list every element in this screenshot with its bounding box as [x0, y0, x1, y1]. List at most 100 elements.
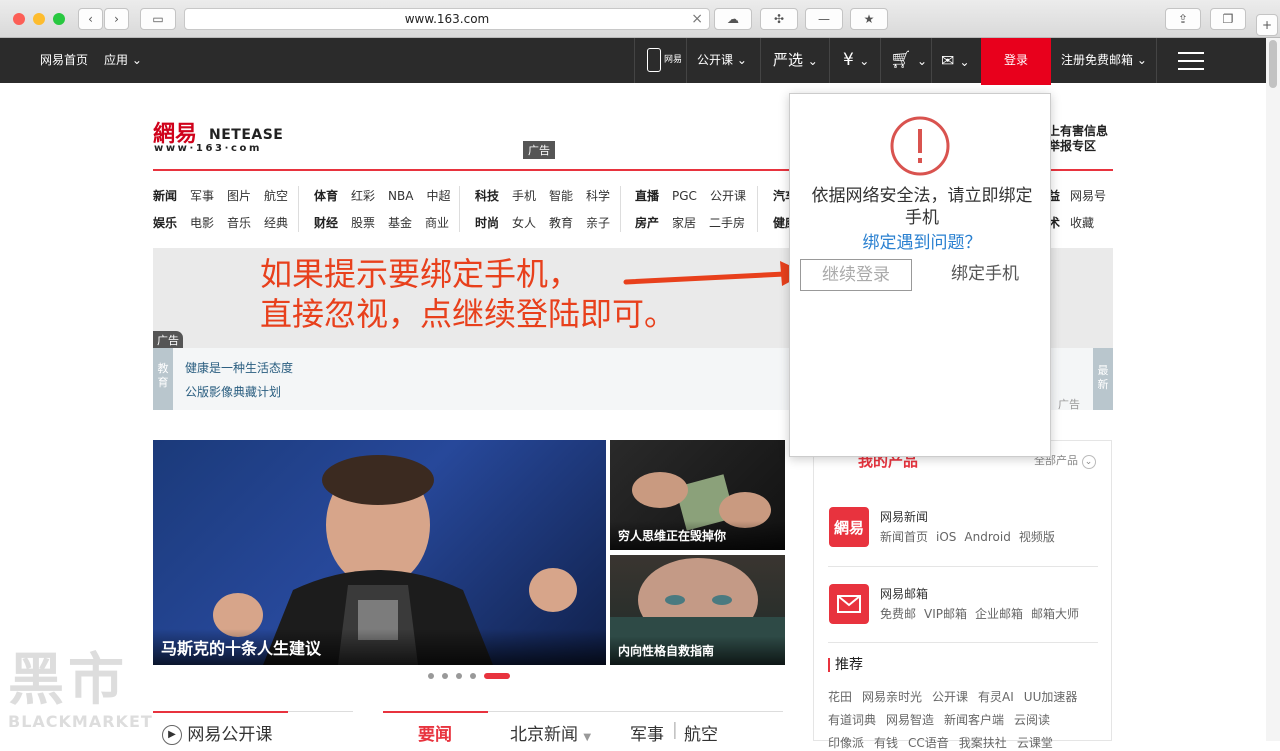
channel-link[interactable]: PGC [672, 189, 697, 203]
channel-link[interactable]: 基金 [388, 216, 412, 230]
carousel-dot[interactable] [442, 673, 448, 679]
carousel-dot[interactable] [456, 673, 462, 679]
menu-icon[interactable] [1178, 52, 1204, 70]
channel-link[interactable]: NBA [388, 189, 413, 203]
nav-mail[interactable]: ✉ ⌄ [941, 38, 970, 83]
icloud-button[interactable]: ☁ [714, 8, 752, 30]
channel-link[interactable]: 中超 [426, 189, 450, 203]
recommend-link[interactable]: 有道词典 [828, 713, 876, 727]
nav-cart[interactable]: 🛒︎ ⌄ [890, 38, 927, 83]
back-button[interactable]: ‹ [78, 8, 103, 30]
bind-help-link[interactable]: 绑定遇到问题？ [806, 228, 1038, 253]
channel-link[interactable]: 二手房 [709, 216, 745, 230]
channel-link[interactable]: 女人 [512, 216, 536, 230]
product-link[interactable]: Android [964, 530, 1010, 544]
close-window-button[interactable] [13, 13, 25, 25]
tab-beijing[interactable]: 北京新闻 ▼ [510, 720, 591, 745]
nav-yanxuan[interactable]: 严选 ⌄ [773, 38, 818, 83]
recommend-link[interactable]: CC语音 [908, 736, 949, 750]
mail-app-icon[interactable] [829, 584, 869, 624]
login-button[interactable]: 登录 [981, 38, 1051, 85]
close-icon[interactable]: × [691, 9, 703, 29]
carousel-dot-active[interactable] [484, 673, 510, 679]
edu-link[interactable]: 健康是一种生活态度 [185, 359, 293, 376]
new-tag[interactable]: 最新 [1093, 348, 1113, 410]
carousel-dot[interactable] [428, 673, 434, 679]
channel-link[interactable]: 经典 [264, 216, 288, 230]
product-link[interactable]: 视频版 [1019, 530, 1055, 544]
recommend-link[interactable]: UU加速器 [1024, 690, 1078, 704]
report-link[interactable]: 上有害信息 举报专区 [1048, 124, 1108, 154]
channel-link[interactable]: 娱乐 [153, 216, 177, 230]
recommend-link[interactable]: 花田 [828, 690, 852, 704]
channel-link[interactable]: 新闻 [153, 189, 177, 203]
phone-icon[interactable] [647, 48, 661, 72]
channel-link[interactable]: 直播 [635, 189, 659, 203]
channel-link[interactable]: 网易号 [1070, 189, 1106, 203]
product-title[interactable]: 网易新闻 [880, 508, 928, 525]
product-title[interactable]: 网易邮箱 [880, 585, 928, 602]
forward-button[interactable]: › [104, 8, 129, 30]
extension-button[interactable]: ✣ [760, 8, 798, 30]
recommend-link[interactable]: 印像派 [828, 736, 864, 750]
side-news-image[interactable]: 穷人思维正在毁掉你 [610, 440, 785, 550]
logo-english[interactable]: NETEASE [209, 127, 283, 143]
bind-phone-button[interactable]: 绑定手机 [935, 259, 1035, 291]
tabs-button[interactable]: ❐ [1210, 8, 1246, 30]
channel-link[interactable]: 公开课 [710, 189, 746, 203]
recommend-link[interactable]: 网易智造 [886, 713, 934, 727]
share-button[interactable]: ⇪ [1165, 8, 1201, 30]
channel-link[interactable]: 音乐 [227, 216, 251, 230]
channel-link[interactable]: 电影 [190, 216, 214, 230]
new-tab-button[interactable]: + [1256, 14, 1278, 36]
main-news-image[interactable]: 马斯克的十条人生建议 [153, 440, 606, 665]
scrollbar-track[interactable] [1266, 38, 1280, 741]
nav-finance[interactable]: ¥ ⌄ [843, 38, 869, 83]
recommend-link[interactable]: 有灵AI [978, 690, 1014, 704]
channel-link[interactable]: 亲子 [586, 216, 610, 230]
address-bar[interactable]: www.163.com × [184, 8, 710, 30]
channel-link[interactable]: 军事 [190, 189, 214, 203]
channel-link[interactable]: 红彩 [351, 189, 375, 203]
channel-link[interactable]: 家居 [672, 216, 696, 230]
product-link[interactable]: 免费邮 [880, 607, 916, 621]
channel-link[interactable]: 体育 [314, 189, 338, 203]
scrollbar-thumb[interactable] [1269, 40, 1277, 88]
news-app-icon[interactable]: 網易 [829, 507, 869, 547]
zoom-window-button[interactable] [53, 13, 65, 25]
tab-open-course[interactable]: ▶ 网易公开课 [162, 720, 272, 745]
channel-link[interactable]: 财经 [314, 216, 338, 230]
recommend-link[interactable]: 新闻客户端 [944, 713, 1004, 727]
bookmark-button[interactable]: ★ [850, 8, 888, 30]
product-link[interactable]: iOS [936, 530, 956, 544]
nav-home-link[interactable]: 网易首页 [40, 38, 88, 83]
nav-register[interactable]: 注册免费邮箱 ⌄ [1061, 38, 1147, 83]
carousel-dot[interactable] [470, 673, 476, 679]
product-link[interactable]: 邮箱大师 [1031, 607, 1079, 621]
nav-open-course[interactable]: 公开课 ⌄ [697, 38, 747, 83]
minus-button[interactable]: — [805, 8, 843, 30]
channel-link[interactable]: 时尚 [475, 216, 499, 230]
tab-aviation[interactable]: 航空 [684, 720, 718, 745]
channel-link[interactable]: 图片 [227, 189, 251, 203]
product-link[interactable]: 新闻首页 [880, 530, 928, 544]
continue-login-button[interactable]: 继续登录 [800, 259, 912, 291]
channel-link[interactable]: 房产 [635, 216, 659, 230]
tab-military[interactable]: 军事 [630, 720, 664, 745]
channel-link[interactable]: 教育 [549, 216, 573, 230]
nav-apps-menu[interactable]: 应用 ⌄ [104, 38, 142, 83]
sidebar-button[interactable]: ▭ [140, 8, 176, 30]
channel-link[interactable]: 手机 [512, 189, 536, 203]
channel-link[interactable]: 航空 [264, 189, 288, 203]
product-link[interactable]: 企业邮箱 [975, 607, 1023, 621]
channel-link[interactable]: 科技 [475, 189, 499, 203]
recommend-link[interactable]: 网易亲时光 [862, 690, 922, 704]
channel-link[interactable]: 股票 [351, 216, 375, 230]
minimize-window-button[interactable] [33, 13, 45, 25]
recommend-link[interactable]: 公开课 [932, 690, 968, 704]
tab-yaowen[interactable]: 要闻 [418, 720, 452, 745]
side-news-image[interactable]: 内向性格自救指南 [610, 555, 785, 665]
channel-link[interactable]: 科学 [586, 189, 610, 203]
channel-link[interactable]: 商业 [425, 216, 449, 230]
recommend-link[interactable]: 我案扶社 [959, 736, 1007, 750]
